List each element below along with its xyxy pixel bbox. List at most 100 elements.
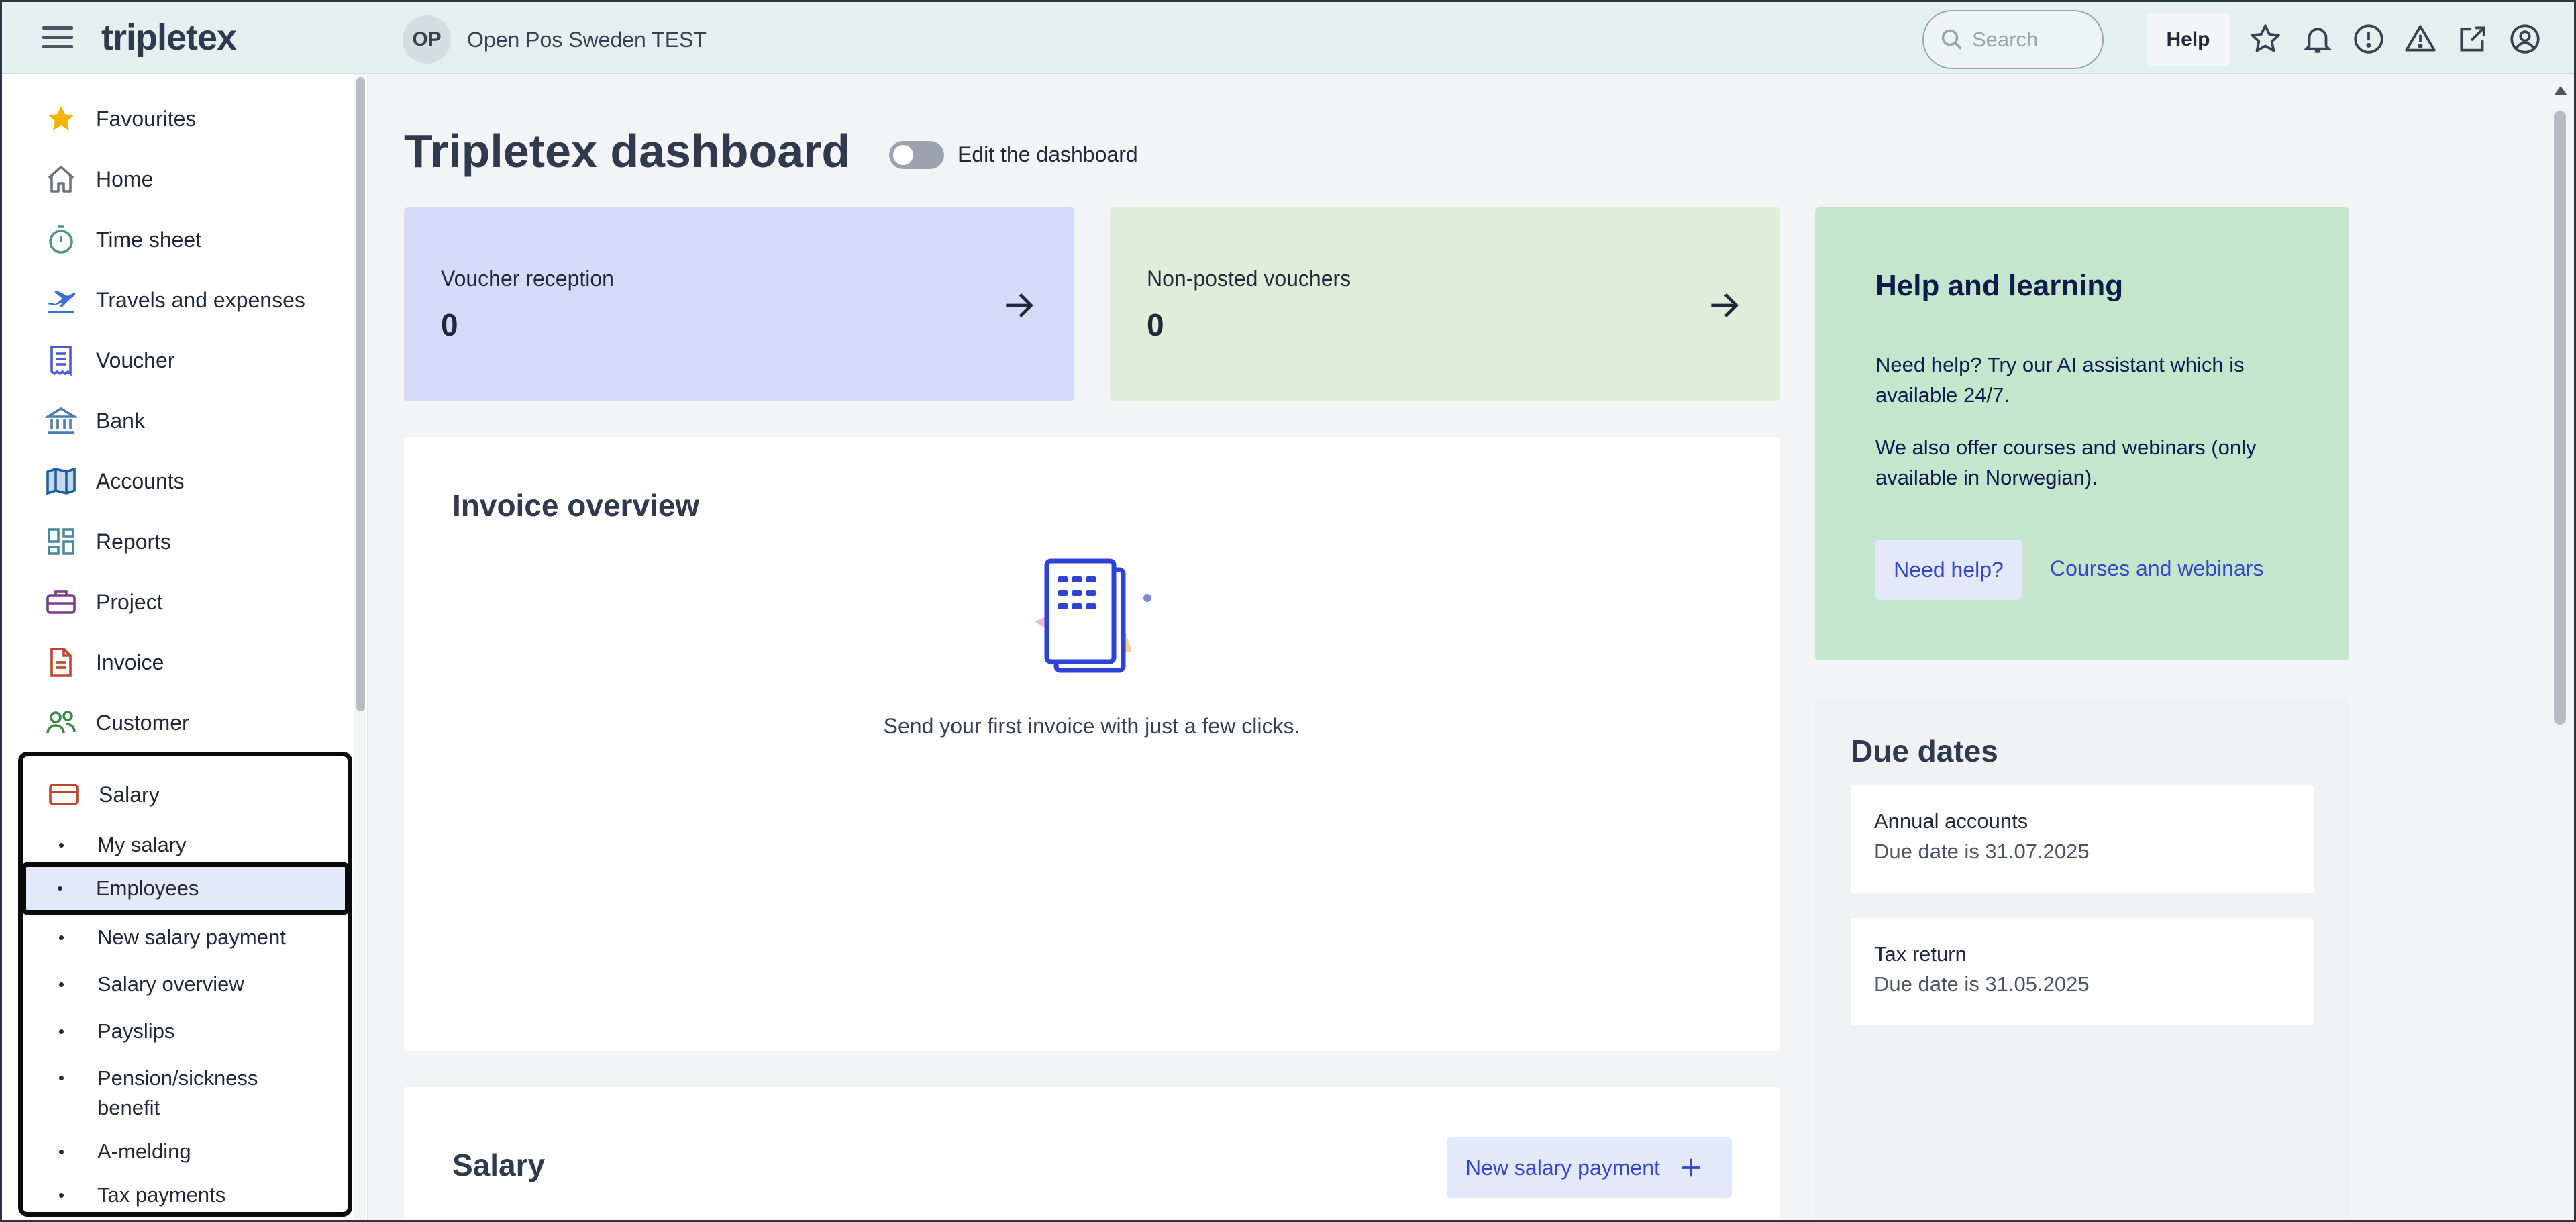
bullet-icon xyxy=(59,842,64,848)
voucher-reception-card[interactable]: Voucher reception 0 xyxy=(404,207,1074,401)
card-title: Voucher reception xyxy=(441,266,614,291)
sub-item-label: Payslips xyxy=(97,1019,175,1043)
edit-dashboard-toggle[interactable] xyxy=(889,141,944,169)
due-item-name: Tax return xyxy=(1874,942,1967,966)
alert-circle-icon[interactable] xyxy=(2352,22,2385,56)
due-date-item[interactable]: Annual accounts Due date is 31.07.2025 xyxy=(1851,785,2314,893)
need-help-button[interactable]: Need help? xyxy=(1875,540,2022,600)
search-icon xyxy=(1941,29,1962,50)
sidebar-item-favourites[interactable]: Favourites xyxy=(22,92,344,146)
sub-item-tax-payments[interactable]: Tax payments xyxy=(23,1174,348,1217)
sidebar-item-invoice[interactable]: Invoice xyxy=(22,635,344,689)
star-icon[interactable] xyxy=(2249,22,2282,56)
sidebar-item-label: Bank xyxy=(96,408,145,433)
invoice-illustration-icon xyxy=(1035,558,1151,673)
edit-dashboard-label: Edit the dashboard xyxy=(958,142,1138,166)
star-icon xyxy=(44,101,79,136)
sidebar-item-label: Travels and expenses xyxy=(96,287,305,312)
sidebar-item-label: Time sheet xyxy=(96,227,202,252)
sidebar-item-home[interactable]: Home xyxy=(22,152,344,206)
dashboard-icon xyxy=(44,524,79,559)
sidebar-item-salary[interactable]: Salary xyxy=(25,768,347,821)
user-account-icon[interactable] xyxy=(2508,22,2542,56)
search-box[interactable] xyxy=(1922,10,2104,69)
sub-item-salary-overview[interactable]: Salary overview xyxy=(23,963,348,1006)
due-dates-panel: Due dates Annual accounts Due date is 31… xyxy=(1815,698,2349,1221)
sub-item-label: Employees xyxy=(96,876,199,900)
stopwatch-icon xyxy=(44,222,79,257)
sidebar-scrollbar-thumb[interactable] xyxy=(356,77,365,711)
tripletex-logo[interactable]: tripletex xyxy=(101,17,237,58)
sidebar-item-label: Invoice xyxy=(96,650,164,674)
non-posted-vouchers-card[interactable]: Non-posted vouchers 0 xyxy=(1110,207,1780,401)
sidebar-item-label: Reports xyxy=(96,529,172,554)
bullet-icon xyxy=(59,1029,64,1034)
plus-icon xyxy=(1682,1158,1700,1177)
sub-item-payslips[interactable]: Payslips xyxy=(23,1010,348,1053)
company-name[interactable]: Open Pos Sweden TEST xyxy=(467,28,707,52)
book-icon xyxy=(44,464,79,499)
page-title: Tripletex dashboard xyxy=(404,125,851,177)
help-title: Help and learning xyxy=(1875,269,2124,302)
warning-triangle-icon[interactable] xyxy=(2404,22,2437,56)
invoice-overview-panel: Invoice overview Send your first invoice… xyxy=(404,437,1780,1051)
people-icon xyxy=(44,705,79,740)
bullet-icon xyxy=(59,935,64,940)
sidebar-item-accounts[interactable]: Accounts xyxy=(22,454,344,508)
sidebar-item-label: Home xyxy=(96,166,154,191)
scroll-up-arrow-icon[interactable] xyxy=(2554,86,2567,95)
sub-item-pension-sickness-benefit[interactable]: Pension/sickness benefit xyxy=(23,1057,348,1124)
new-salary-payment-label: New salary payment xyxy=(1465,1155,1660,1180)
external-link-icon[interactable] xyxy=(2456,22,2489,56)
sub-item-label: New salary payment xyxy=(97,925,286,949)
sidebar-item-label: Salary xyxy=(99,782,160,807)
due-date-item[interactable]: Tax return Due date is 31.05.2025 xyxy=(1851,918,2314,1025)
sidebar-item-label: Voucher xyxy=(96,348,175,372)
search-input[interactable] xyxy=(1972,28,2093,52)
sidebar-item-bank[interactable]: Bank xyxy=(22,394,344,448)
sub-item-new-salary-payment[interactable]: New salary payment xyxy=(23,916,348,959)
sidebar-item-label: Favourites xyxy=(96,106,197,131)
arrow-right-icon[interactable] xyxy=(1705,287,1743,324)
main-scrollbar-thumb[interactable] xyxy=(2554,111,2566,725)
sub-item-label: Salary overview xyxy=(97,972,244,996)
new-salary-payment-button[interactable]: New salary payment xyxy=(1447,1137,1732,1198)
bullet-icon xyxy=(59,1192,64,1198)
help-and-learning-card: Help and learning Need help? Try our AI … xyxy=(1815,207,2349,660)
credit-card-icon xyxy=(46,777,81,812)
help-text-ai: Need help? Try our AI assistant which is… xyxy=(1875,353,2245,407)
sidebar-item-reports[interactable]: Reports xyxy=(22,515,344,568)
sub-item-label: Pension/sickness benefit xyxy=(97,1066,258,1119)
sidebar-item-label: Customer xyxy=(96,710,189,735)
sidebar-item-project[interactable]: Project xyxy=(22,575,344,629)
menu-hamburger-icon[interactable] xyxy=(42,26,73,50)
company-avatar[interactable]: OP xyxy=(403,15,451,64)
sidebar-item-customer[interactable]: Customer xyxy=(22,696,344,750)
courses-and-webinars-link[interactable]: Courses and webinars xyxy=(2050,556,2263,581)
sidebar-item-label: Accounts xyxy=(96,468,185,493)
sidebar-item-travels-and-expenses[interactable]: Travels and expenses xyxy=(22,273,344,327)
bullet-icon xyxy=(58,886,62,891)
salary-menu-group: Salary My salary Employees New salary pa… xyxy=(18,752,352,1217)
card-title: Non-posted vouchers xyxy=(1147,266,1351,291)
card-value: 0 xyxy=(1147,307,1164,342)
help-button[interactable]: Help xyxy=(2147,13,2230,66)
due-item-name: Annual accounts xyxy=(1874,809,2028,833)
sub-item-label: My salary xyxy=(97,833,187,856)
arrow-right-icon[interactable] xyxy=(1000,287,1037,324)
sub-item-my-salary[interactable]: My salary xyxy=(23,823,348,866)
card-value: 0 xyxy=(441,307,458,342)
sidebar-item-time-sheet[interactable]: Time sheet xyxy=(22,213,344,266)
sub-item-label: Tax payments xyxy=(97,1183,226,1207)
sidebar-item-label: Project xyxy=(96,589,163,614)
airplane-icon xyxy=(44,283,79,317)
sub-item-a-melding[interactable]: A-melding xyxy=(23,1130,348,1173)
bank-icon xyxy=(44,403,79,438)
receipt-icon xyxy=(44,343,79,378)
top-bar: tripletex OP Open Pos Sweden TEST Help xyxy=(2,2,2574,74)
bell-icon[interactable] xyxy=(2301,22,2334,56)
salary-title: Salary xyxy=(452,1148,546,1182)
sub-item-employees[interactable]: Employees xyxy=(21,862,350,915)
sidebar-item-voucher[interactable]: Voucher xyxy=(22,334,344,387)
due-item-date: Due date is 31.05.2025 xyxy=(1874,972,2090,996)
